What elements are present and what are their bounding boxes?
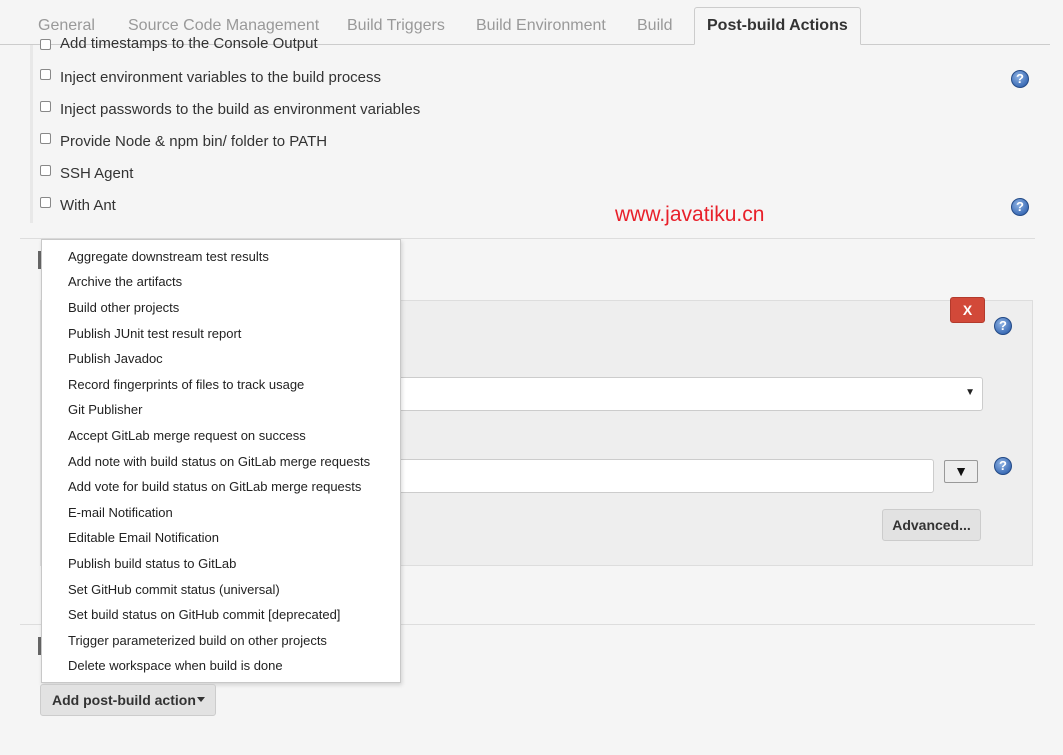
menu-item-build-other-projects[interactable]: Build other projects [68, 300, 179, 315]
watermark-text: www.javatiku.cn [615, 203, 765, 226]
menu-item-aggregate-downstream[interactable]: Aggregate downstream test results [68, 249, 269, 264]
dropdown-toggle-button[interactable]: ▼ [944, 460, 978, 483]
menu-item-email-notification[interactable]: E-mail Notification [68, 505, 173, 520]
add-post-build-action-label: Add post-build action [52, 692, 196, 708]
caret-down-icon [197, 697, 205, 702]
wrapper-option-ssh-agent[interactable]: SSH Agent [40, 165, 133, 182]
add-post-build-action-button[interactable]: Add post-build action [40, 684, 216, 716]
wrapper-option-label: Provide Node & npm bin/ folder to PATH [60, 133, 328, 150]
menu-item-git-publisher[interactable]: Git Publisher [68, 402, 142, 417]
tab-post-build-actions[interactable]: Post-build Actions [694, 7, 861, 45]
advanced-button[interactable]: Advanced... [882, 509, 981, 541]
inject-env-checkbox[interactable] [40, 69, 51, 80]
timestamps-checkbox[interactable] [40, 38, 51, 50]
select-arrow-icon: ▼ [965, 387, 975, 398]
post-build-action-menu: Aggregate downstream test results Archiv… [41, 239, 401, 683]
section-indent-bar [30, 45, 33, 223]
node-npm-checkbox[interactable] [40, 133, 51, 144]
wrapper-option-label: Inject environment variables to the buil… [60, 69, 382, 86]
menu-item-trigger-parameterized[interactable]: Trigger parameterized build on other pro… [68, 633, 327, 648]
wrapper-option-label: SSH Agent [60, 165, 134, 182]
wrapper-option-inject-env[interactable]: Inject environment variables to the buil… [40, 69, 381, 86]
tab-general[interactable]: General [38, 17, 95, 35]
help-icon[interactable]: ? [994, 317, 1012, 335]
help-icon[interactable]: ? [1011, 70, 1029, 88]
wrapper-option-with-ant[interactable]: With Ant [40, 197, 116, 214]
wrapper-option-node-npm[interactable]: Provide Node & npm bin/ folder to PATH [40, 133, 327, 150]
with-ant-checkbox[interactable] [40, 197, 51, 208]
wrapper-option-inject-passwords[interactable]: Inject passwords to the build as environ… [40, 101, 420, 118]
menu-item-archive-artifacts[interactable]: Archive the artifacts [68, 274, 182, 289]
delete-step-button[interactable]: X [950, 297, 985, 323]
wrapper-option-label: Inject passwords to the build as environ… [60, 101, 421, 118]
step-text-input[interactable] [398, 459, 934, 493]
menu-item-editable-email[interactable]: Editable Email Notification [68, 530, 219, 545]
ssh-agent-checkbox[interactable] [40, 165, 51, 176]
menu-item-github-status-deprecated[interactable]: Set build status on GitHub commit [depre… [68, 607, 340, 622]
menu-item-github-status-universal[interactable]: Set GitHub commit status (universal) [68, 582, 280, 597]
menu-item-delete-workspace[interactable]: Delete workspace when build is done [68, 658, 283, 673]
tab-build[interactable]: Build [637, 17, 673, 35]
help-icon[interactable]: ? [1011, 198, 1029, 216]
step-select[interactable]: ▼ [398, 377, 983, 411]
wrapper-option-label: With Ant [60, 197, 116, 214]
wrapper-option-timestamps[interactable]: Add timestamps to the Console Output [40, 37, 318, 57]
help-icon[interactable]: ? [994, 457, 1012, 475]
tab-source-code-management[interactable]: Source Code Management [128, 17, 319, 35]
menu-item-publish-javadoc[interactable]: Publish Javadoc [68, 351, 163, 366]
menu-item-accept-gitlab-mr[interactable]: Accept GitLab merge request on success [68, 428, 306, 443]
menu-item-gitlab-vote[interactable]: Add vote for build status on GitLab merg… [68, 479, 361, 494]
menu-item-gitlab-note[interactable]: Add note with build status on GitLab mer… [68, 454, 370, 469]
menu-item-record-fingerprints[interactable]: Record fingerprints of files to track us… [68, 377, 304, 392]
wrapper-option-label: Add timestamps to the Console Output [60, 37, 318, 52]
tab-build-environment[interactable]: Build Environment [476, 17, 606, 35]
menu-item-publish-junit[interactable]: Publish JUnit test result report [68, 326, 241, 341]
menu-item-publish-gitlab-status[interactable]: Publish build status to GitLab [68, 556, 236, 571]
tab-build-triggers[interactable]: Build Triggers [347, 17, 445, 35]
inject-passwords-checkbox[interactable] [40, 101, 51, 112]
